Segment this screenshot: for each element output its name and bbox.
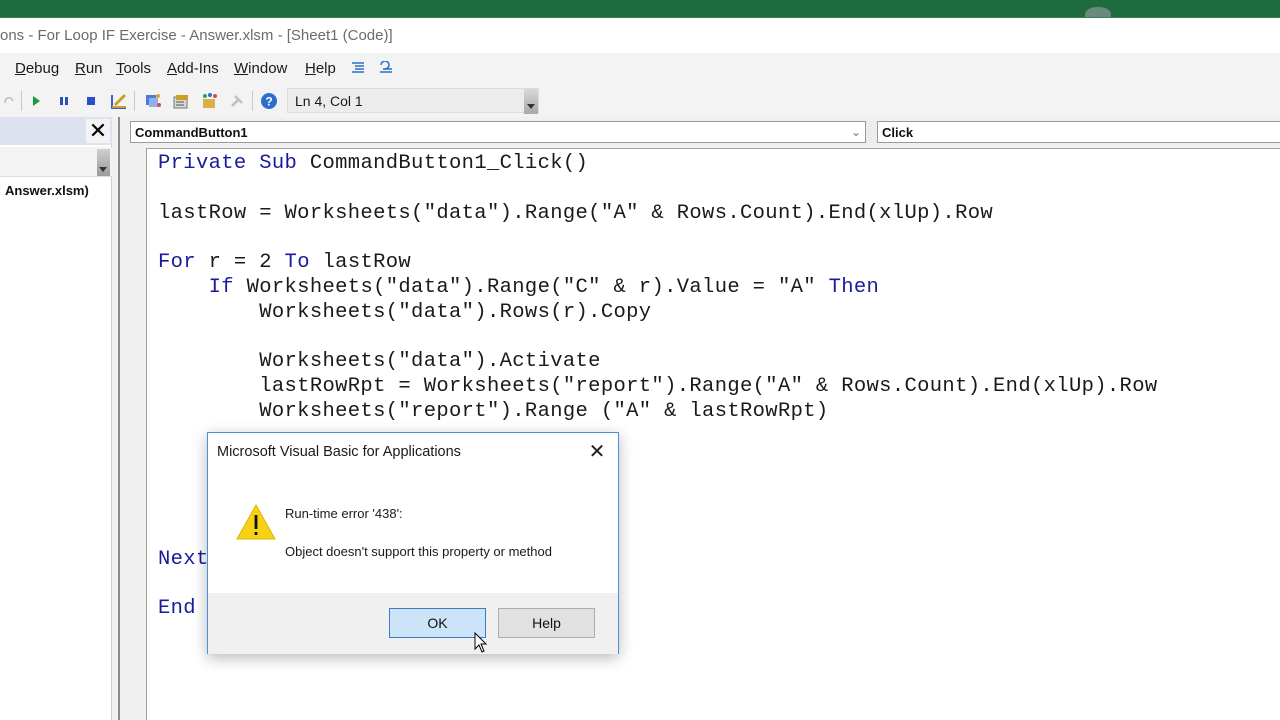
dialog-title: Microsoft Visual Basic for Applications [217,444,461,460]
menu-run[interactable]: Run [75,60,103,77]
panel-splitter[interactable] [112,117,120,720]
cursor-position-text: Ln 4, Col 1 [295,93,363,109]
code-keyword: Private Sub [158,152,298,175]
indent-icon[interactable] [351,61,365,75]
close-icon[interactable]: ✕ [587,442,607,462]
outdent-icon[interactable] [379,61,393,75]
toolbar-separator [252,91,253,111]
object-browser-icon[interactable] [200,92,218,110]
cursor-position-status: Ln 4, Col 1 [287,88,539,114]
menu-add-ins[interactable]: Add-Ins [167,60,219,77]
chevron-down-icon[interactable]: ⌄ [851,125,861,139]
code-keyword: For [158,251,196,274]
window-title: ons - For Loop IF Exercise - Answer.xlsm… [0,27,393,44]
dialog-footer: OK Help [208,593,618,654]
run-icon[interactable] [27,92,45,110]
code-keyword: To [284,251,310,274]
code-keyword: If [208,276,234,299]
code-line[interactable]: lastRow = Worksheets("data").Range("A" &… [158,202,993,225]
help-button[interactable]: Help [498,608,595,638]
code-line[interactable]: Worksheets("report").Range ("A" & lastRo… [158,400,829,423]
properties-window-icon[interactable] [172,92,190,110]
design-mode-icon[interactable] [110,92,128,110]
code-text: Worksheets("data").Range("C" & r).Value … [233,276,829,299]
code-line[interactable]: End [158,597,196,620]
code-keyword: Then [828,276,880,299]
code-text: r = 2 [195,251,285,274]
code-line[interactable]: Worksheets("data").Activate [158,350,601,373]
toolbar-separator [21,91,22,111]
code-text: CommandButton1_Click() [297,152,589,175]
error-message-text: Object doesn't support this property or … [285,544,552,559]
code-text: lastRowRpt = Worksheets("report").Range(… [259,375,1158,398]
code-keyword: End [158,597,196,620]
redo-icon[interactable] [0,92,18,110]
code-text: Worksheets("data").Activate [259,350,601,373]
project-explorer-panel: ✕ Answer.xlsm) [0,117,112,720]
code-text: lastRow [309,251,412,274]
toolbox-icon[interactable] [228,92,246,110]
code-text: lastRow = Worksheets("data").Range("A" &… [158,202,994,225]
toolbar-overflow-button[interactable] [524,89,538,114]
close-icon[interactable]: ✕ [86,119,110,143]
help-icon[interactable]: ? [260,92,278,110]
procedure-dropdown-value: Click [882,125,914,140]
object-dropdown[interactable]: CommandButton1 ⌄ [130,121,866,143]
toolbar-separator [134,91,135,111]
menu-tools[interactable]: Tools [116,60,151,77]
code-text: Worksheets("data").Rows(r).Copy [259,301,652,324]
standard-toolbar: ? Ln 4, Col 1 [0,85,1280,117]
menu-help[interactable]: Help [305,60,336,77]
ok-button[interactable]: OK [389,608,486,638]
code-line[interactable]: If Worksheets("data").Range("C" & r).Val… [158,276,879,299]
project-explorer-icon[interactable] [144,92,162,110]
object-dropdown-value: CommandButton1 [135,125,248,140]
code-line[interactable]: Worksheets("data").Rows(r).Copy [158,301,651,324]
excel-title-strip [0,0,1280,21]
scrollbar[interactable] [97,149,110,176]
code-text: Worksheets("report").Range ("A" & lastRo… [259,400,829,423]
code-line[interactable]: For r = 2 To lastRow [158,251,411,274]
code-keyword: Next [158,548,209,571]
project-toolbar [0,147,112,177]
reset-icon[interactable] [82,92,100,110]
vbe-titlebar: ons - For Loop IF Exercise - Answer.xlsm… [0,17,1280,53]
project-explorer-header: ✕ [0,117,112,145]
project-tree-item[interactable]: Answer.xlsm) [5,183,89,198]
menu-bar: Debug Run Tools Add-Ins Window Help [0,53,1280,85]
combo-divider [866,121,877,143]
warning-icon [236,503,276,540]
break-icon[interactable] [55,92,73,110]
code-line[interactable]: lastRowRpt = Worksheets("report").Range(… [158,375,1158,398]
menu-window[interactable]: Window [234,60,287,77]
error-code-text: Run-time error '438': [285,506,403,521]
mouse-pointer-icon [474,632,488,653]
code-line[interactable]: Private Sub CommandButton1_Click() [158,152,588,175]
svg-text:?: ? [265,95,272,109]
code-line[interactable]: Next [158,548,209,571]
procedure-dropdown[interactable]: Click [877,121,1280,143]
error-dialog: Microsoft Visual Basic for Applications … [207,432,619,654]
menu-debug[interactable]: Debug [15,60,59,77]
